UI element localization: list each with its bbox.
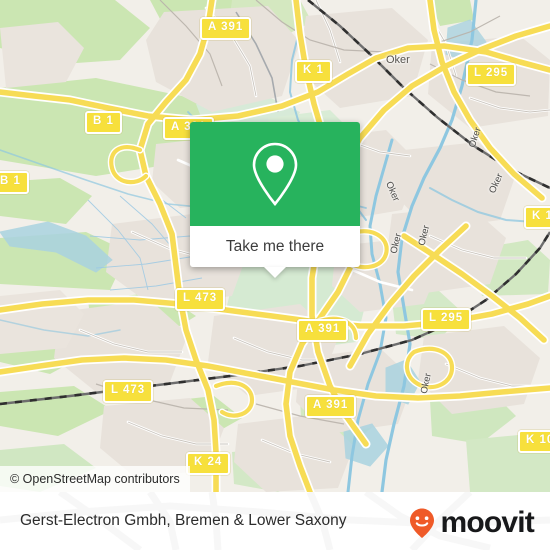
road-shield: B 1: [0, 171, 29, 194]
road-shield: K 1: [295, 60, 332, 83]
road-shield: L 295: [466, 63, 517, 86]
place-label: Oker: [386, 54, 410, 66]
map-viewport[interactable]: A 391 K 1 L 295 B 1 A 391 B 1 K 11 L 473 A 391 L …: [0, 0, 550, 492]
road-shield: B 1: [85, 111, 122, 134]
take-me-there-button[interactable]: Take me there: [190, 226, 360, 278]
road-shield: L 473: [103, 380, 154, 403]
osm-attribution-bar[interactable]: © OpenStreetMap contributors: [0, 466, 190, 492]
road-shield: K 24: [186, 452, 231, 475]
take-me-there-label: Take me there: [225, 237, 325, 255]
location-popup-card[interactable]: Take me there: [190, 122, 360, 278]
osm-attribution-text: © OpenStreetMap contributors: [10, 472, 180, 486]
road-shield: A 391: [297, 319, 349, 342]
popup-header: [190, 122, 360, 226]
page-title: Gerst-Electron Gmbh, Bremen & Lower Saxo…: [20, 512, 347, 529]
road-shield: L 295: [421, 308, 472, 331]
moovit-logo[interactable]: moovit: [405, 506, 535, 540]
road-shield: K 10: [518, 430, 550, 453]
moovit-smiling-pin-icon: [410, 508, 435, 538]
moovit-wordmark: moovit: [440, 506, 534, 539]
road-shield: A 391: [200, 17, 252, 40]
footer-bar: Gerst-Electron Gmbh, Bremen & Lower Saxo…: [0, 492, 550, 550]
road-shield: L 473: [175, 288, 226, 311]
popup-pointer-tail: [264, 267, 286, 278]
road-shield: A 391: [305, 395, 357, 418]
map-page: A 391 K 1 L 295 B 1 A 391 B 1 K 11 L 473 A 391 L …: [0, 0, 550, 550]
map-pin-icon: [252, 142, 298, 207]
road-shield: K 11: [524, 206, 550, 229]
